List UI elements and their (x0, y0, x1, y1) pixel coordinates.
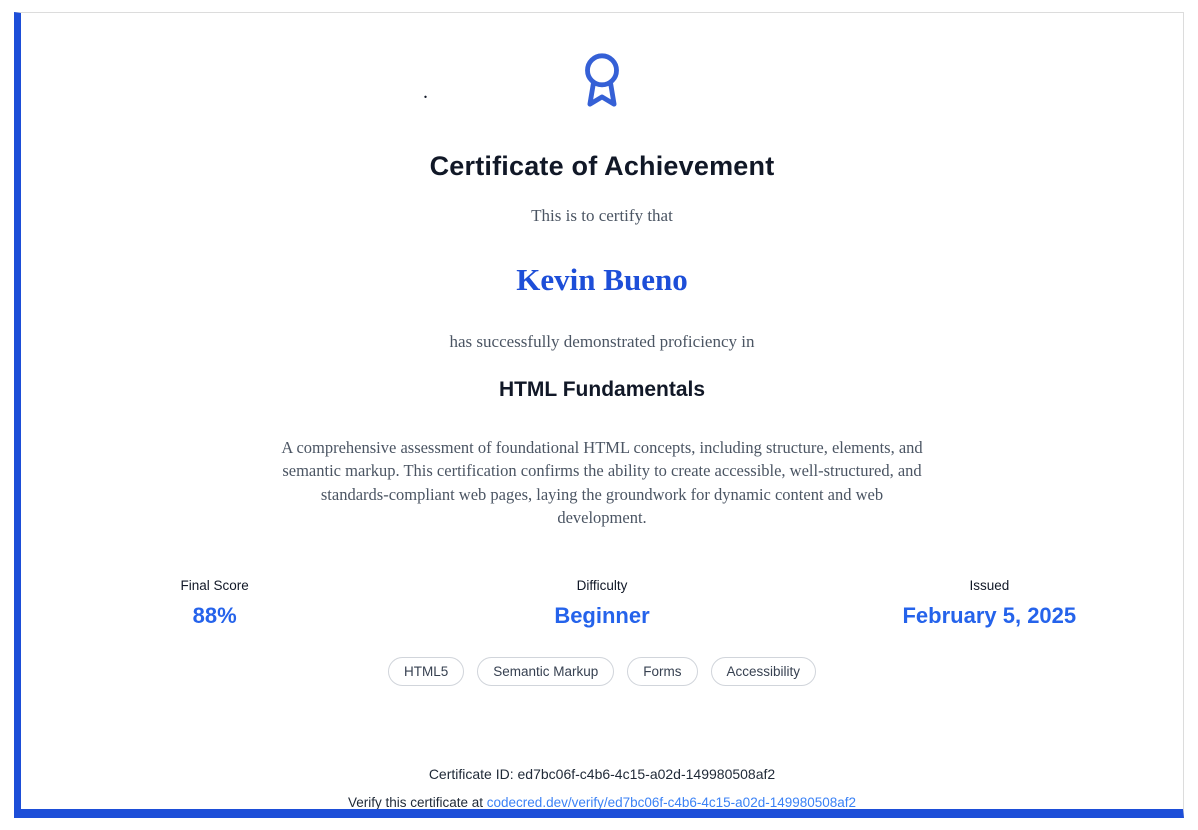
stat-value-issued: February 5, 2025 (796, 603, 1183, 629)
certificate-card: . Certificate of Achievement This is to … (14, 12, 1184, 818)
stat-value-difficulty: Beginner (408, 603, 795, 629)
award-ribbon-icon (573, 51, 631, 109)
verify-link[interactable]: codecred.dev/verify/ed7bc06f-c4b6-4c15-a… (487, 795, 856, 810)
tag-semantic-markup: Semantic Markup (477, 657, 614, 686)
certificate-id-line: Certificate ID: ed7bc06f-c4b6-4c15-a02d-… (348, 766, 856, 782)
certify-line: This is to certify that (531, 206, 673, 226)
stat-final-score: Final Score 88% (21, 578, 408, 629)
certificate-id-label: Certificate ID: (429, 766, 514, 782)
verify-line: Verify this certificate at codecred.dev/… (348, 795, 856, 810)
verify-prefix: Verify this certificate at (348, 795, 483, 810)
stat-label-final-score: Final Score (21, 578, 408, 593)
course-title: HTML Fundamentals (499, 378, 705, 402)
stat-value-final-score: 88% (21, 603, 408, 629)
certificate-description: A comprehensive assessment of foundation… (280, 436, 925, 530)
tag-html5: HTML5 (388, 657, 464, 686)
stats-row: Final Score 88% Difficulty Beginner Issu… (21, 578, 1183, 629)
stat-difficulty: Difficulty Beginner (408, 578, 795, 629)
proficiency-line: has successfully demonstrated proficienc… (450, 332, 755, 352)
certificate-title: Certificate of Achievement (430, 151, 775, 182)
tag-forms: Forms (627, 657, 697, 686)
certificate-id-value: ed7bc06f-c4b6-4c15-a02d-149980508af2 (518, 766, 776, 782)
certificate-footer: Certificate ID: ed7bc06f-c4b6-4c15-a02d-… (348, 766, 856, 810)
tags-row: HTML5 Semantic Markup Forms Accessibilit… (388, 657, 816, 686)
stat-issued: Issued February 5, 2025 (796, 578, 1183, 629)
stat-label-issued: Issued (796, 578, 1183, 593)
tag-accessibility: Accessibility (711, 657, 817, 686)
recipient-name: Kevin Bueno (516, 262, 687, 298)
stat-label-difficulty: Difficulty (408, 578, 795, 593)
stray-period-mark: . (423, 81, 428, 104)
